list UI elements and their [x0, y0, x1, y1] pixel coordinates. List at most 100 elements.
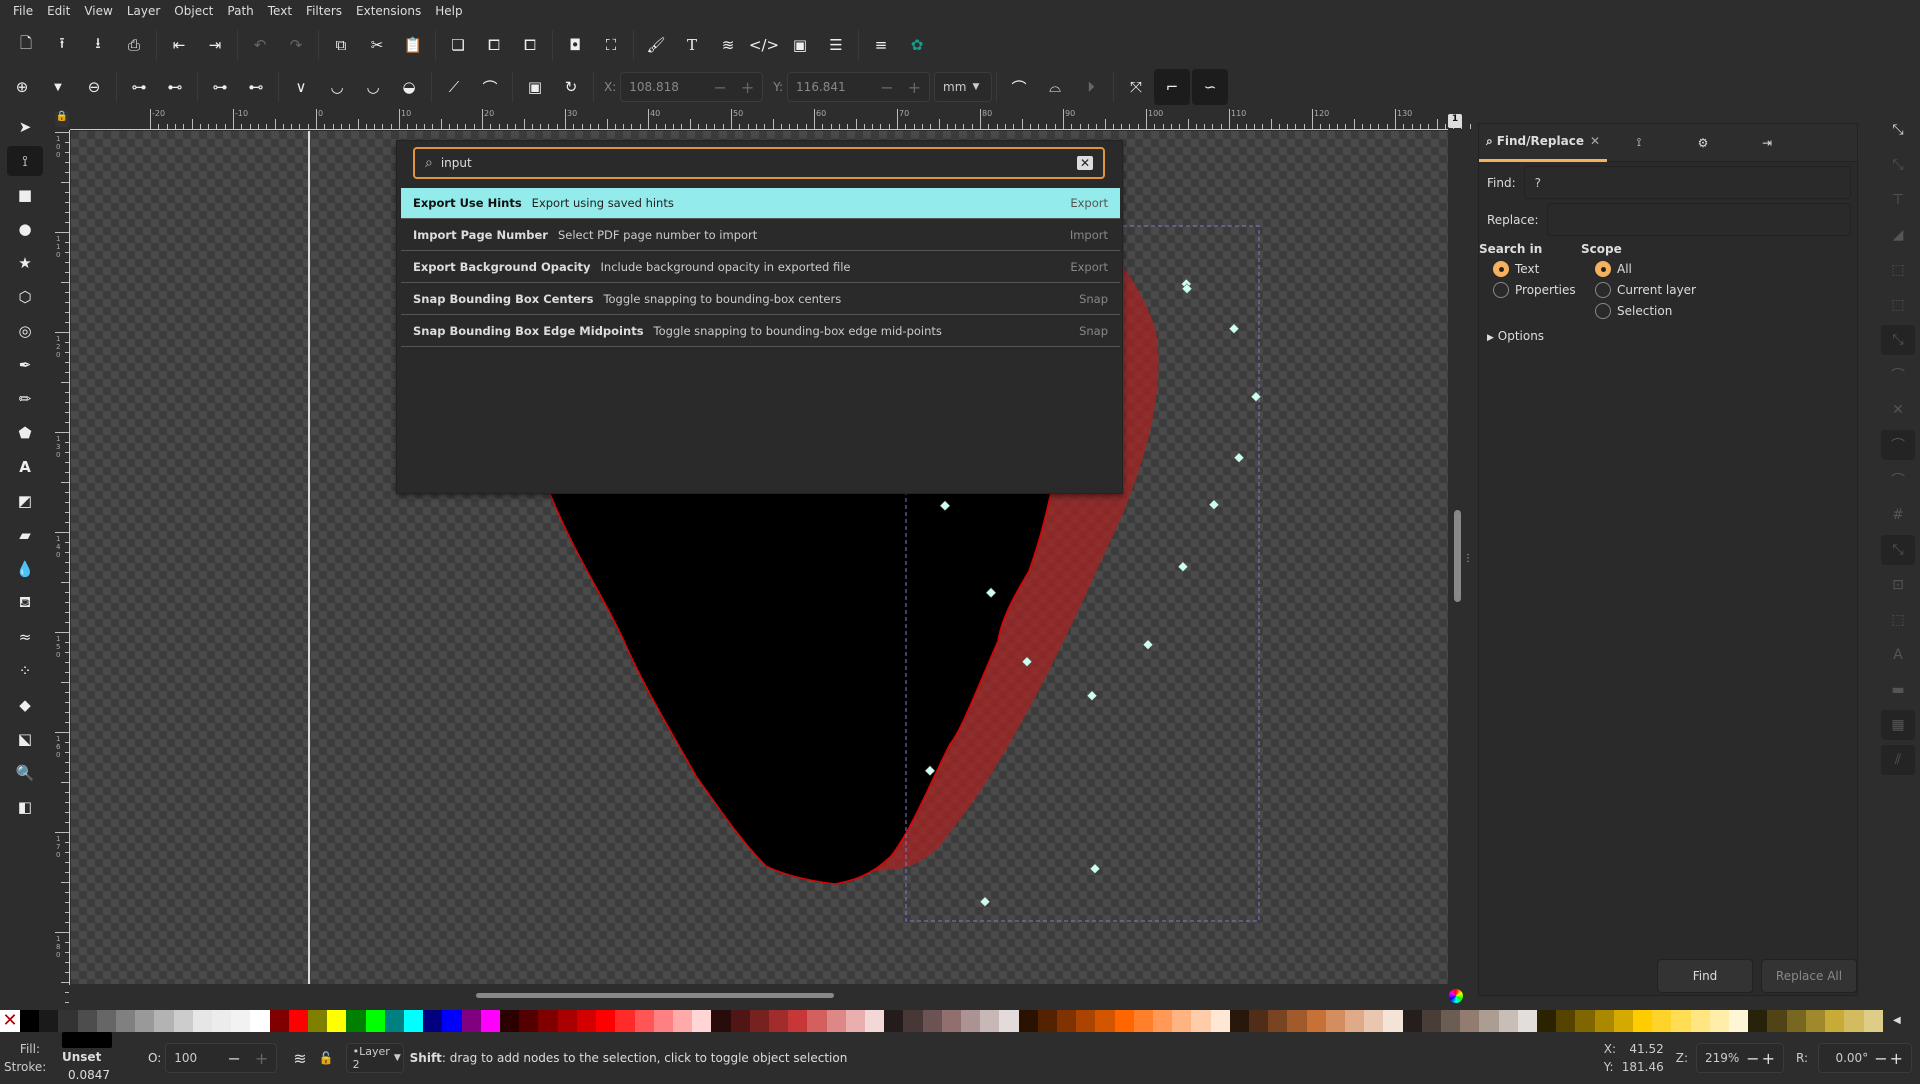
- show-transform-handles-icon[interactable]: ⤧: [1118, 69, 1154, 105]
- auto-smooth-node-icon[interactable]: ◒: [391, 69, 427, 105]
- fill-swatch[interactable]: [62, 1032, 112, 1048]
- command-result-item[interactable]: Snap Bounding Box Centers Toggle snappin…: [401, 284, 1120, 315]
- menu-filters[interactable]: Filters: [299, 4, 349, 18]
- pen-tool-icon[interactable]: ✒: [7, 350, 43, 380]
- menu-help[interactable]: Help: [428, 4, 469, 18]
- smooth-node-icon[interactable]: ◡: [319, 69, 355, 105]
- color-swatch[interactable]: [96, 1010, 117, 1032]
- color-swatch[interactable]: [1844, 1010, 1864, 1032]
- radio-scope-selection[interactable]: Selection: [1595, 303, 1696, 319]
- color-swatch[interactable]: [1152, 1010, 1173, 1032]
- copy-icon[interactable]: ⧉: [323, 27, 359, 63]
- color-swatch[interactable]: [327, 1010, 347, 1032]
- delete-node-icon[interactable]: ⊖: [76, 69, 112, 105]
- unit-select[interactable]: mm ▼: [934, 72, 993, 102]
- color-swatch[interactable]: [1229, 1010, 1249, 1032]
- color-swatch[interactable]: [672, 1010, 693, 1032]
- options-expander[interactable]: ▶ Options: [1487, 329, 1857, 343]
- color-swatch[interactable]: [980, 1010, 1000, 1032]
- y-coordinate-input[interactable]: 116.841 − +: [787, 72, 931, 102]
- color-swatch[interactable]: [20, 1010, 40, 1032]
- join-nodes-icon[interactable]: ⊶: [121, 69, 157, 105]
- redo-icon[interactable]: ↷: [278, 27, 314, 63]
- vertical-scrollbar[interactable]: [1454, 510, 1461, 602]
- object-properties-icon[interactable]: ▣: [782, 27, 818, 63]
- radio-button[interactable]: [1595, 303, 1611, 319]
- snap-bbox-centers-icon[interactable]: ⬚: [1881, 290, 1915, 320]
- horizontal-scrollbar[interactable]: [476, 993, 834, 998]
- menu-edit[interactable]: Edit: [40, 4, 77, 18]
- calligraphy-tool-icon[interactable]: ⬟: [7, 418, 43, 448]
- color-swatch[interactable]: [1345, 1010, 1365, 1032]
- color-swatch[interactable]: [1633, 1010, 1653, 1032]
- palette-menu-icon[interactable]: ◀: [1893, 1015, 1901, 1026]
- x-coordinate-input[interactable]: 108.818 − +: [620, 72, 764, 102]
- color-swatch[interactable]: [1594, 1010, 1614, 1032]
- undo-icon[interactable]: ↶: [242, 27, 278, 63]
- color-swatch[interactable]: [1671, 1010, 1691, 1032]
- color-swatch[interactable]: [1863, 1010, 1883, 1032]
- unlink-clone-icon[interactable]: ⧠: [512, 27, 548, 63]
- x-value[interactable]: 108.818: [629, 80, 699, 94]
- color-swatch[interactable]: [576, 1010, 597, 1032]
- radio-button-selected[interactable]: [1595, 261, 1611, 277]
- color-swatch[interactable]: [1076, 1010, 1096, 1032]
- color-swatch[interactable]: [615, 1010, 635, 1032]
- object-to-path-icon[interactable]: ▣: [517, 69, 553, 105]
- opacity-input[interactable]: 100 − +: [165, 1043, 278, 1073]
- layers-icon[interactable]: ≋: [710, 27, 746, 63]
- snap-bbox-corners-icon[interactable]: ◢: [1881, 220, 1915, 250]
- no-paint-swatch[interactable]: ✕: [0, 1010, 20, 1032]
- vertical-ruler[interactable]: 1 0 0 1 1 0 1 2 0 1 3 0 1 4 0 1 5 0 1 6 0 1 7 0…: [55, 130, 70, 1023]
- color-swatch[interactable]: [596, 1010, 616, 1032]
- dropper-tool-icon[interactable]: 💧: [7, 554, 43, 584]
- open-icon[interactable]: ⭱: [44, 27, 80, 63]
- menu-layer[interactable]: Layer: [120, 4, 167, 18]
- color-swatch[interactable]: [384, 1010, 405, 1032]
- duplicate-icon[interactable]: ❏: [440, 27, 476, 63]
- 3d-box-tool-icon[interactable]: ⬡: [7, 282, 43, 312]
- zoom-in-button[interactable]: +: [1762, 1049, 1775, 1068]
- color-swatch[interactable]: [864, 1010, 885, 1032]
- rotate-ccw-button[interactable]: −: [1874, 1049, 1887, 1068]
- radio-button[interactable]: [1493, 282, 1509, 298]
- export-icon[interactable]: ⇥: [197, 27, 233, 63]
- color-swatch[interactable]: [1172, 1010, 1192, 1032]
- color-swatch[interactable]: [1114, 1010, 1134, 1032]
- color-swatch[interactable]: [1306, 1010, 1326, 1032]
- color-swatch[interactable]: [1709, 1010, 1730, 1032]
- color-swatch[interactable]: [1729, 1010, 1749, 1032]
- color-swatch[interactable]: [250, 1010, 270, 1032]
- radio-button[interactable]: [1595, 282, 1611, 298]
- segment-line-icon[interactable]: ⟋: [436, 69, 472, 105]
- rotate-cw-button[interactable]: +: [1890, 1049, 1903, 1068]
- color-swatch[interactable]: [730, 1010, 750, 1032]
- color-swatch[interactable]: [1191, 1010, 1211, 1032]
- color-swatch[interactable]: [39, 1010, 59, 1032]
- radio-scope-current-layer[interactable]: Current layer: [1595, 282, 1696, 298]
- text-tool-icon[interactable]: A: [7, 452, 43, 482]
- radio-button-selected[interactable]: [1493, 261, 1509, 277]
- color-swatch[interactable]: [192, 1010, 213, 1032]
- snap-bbox-midpoints-icon[interactable]: ⬚: [1881, 255, 1915, 285]
- node-tool-icon[interactable]: ⟟: [7, 146, 43, 176]
- edit-clip-icon[interactable]: ⏵: [1073, 69, 1109, 105]
- increment-x-button[interactable]: +: [741, 78, 754, 97]
- close-tab-icon[interactable]: ✕: [1590, 134, 1600, 148]
- insert-node-dropdown-icon[interactable]: ▼: [40, 69, 76, 105]
- clear-input-icon[interactable]: ✕: [1076, 156, 1093, 170]
- color-swatch[interactable]: [173, 1010, 193, 1032]
- cut-icon[interactable]: ✂: [359, 27, 395, 63]
- radio-search-in-properties[interactable]: Properties: [1493, 282, 1581, 298]
- color-swatch[interactable]: [1805, 1010, 1826, 1032]
- paintbrush-icon[interactable]: 🖌: [638, 27, 674, 63]
- menu-object[interactable]: Object: [167, 4, 220, 18]
- snap-object-centers-icon[interactable]: ⊡: [1881, 570, 1915, 600]
- spiral-tool-icon[interactable]: ◎: [7, 316, 43, 346]
- color-swatch[interactable]: [903, 1010, 923, 1032]
- color-swatch[interactable]: [1767, 1010, 1787, 1032]
- color-swatch[interactable]: [788, 1010, 808, 1032]
- color-swatch[interactable]: [480, 1010, 501, 1032]
- command-result-item[interactable]: Snap Bounding Box Edge Midpoints Toggle …: [401, 316, 1120, 347]
- preferences-menu-icon[interactable]: ≡: [863, 27, 899, 63]
